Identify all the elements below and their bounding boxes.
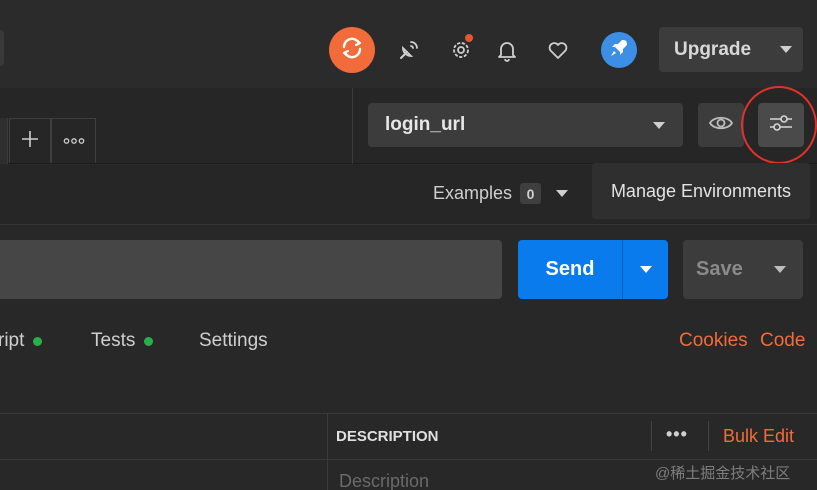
examples-label: Examples bbox=[433, 183, 513, 203]
tab-tests[interactable]: Tests bbox=[91, 330, 154, 352]
table-options-button[interactable]: ••• bbox=[666, 424, 688, 445]
tab-label: ript bbox=[0, 330, 25, 351]
table-divider bbox=[0, 459, 817, 460]
chevron-down-icon bbox=[653, 121, 665, 129]
send-label: Send bbox=[545, 258, 595, 280]
save-options-button[interactable] bbox=[757, 240, 803, 299]
request-tab[interactable] bbox=[0, 118, 8, 164]
notification-dot bbox=[465, 34, 473, 42]
cookies-link[interactable]: Cookies bbox=[679, 330, 748, 352]
description-input[interactable] bbox=[339, 470, 639, 490]
tab-label: Settings bbox=[199, 330, 268, 351]
sync-button[interactable] bbox=[329, 27, 375, 73]
chevron-down-icon bbox=[556, 190, 569, 197]
sync-icon bbox=[339, 35, 365, 66]
watermark: @稀土掘金技术社区 bbox=[655, 465, 791, 482]
divider bbox=[352, 88, 353, 164]
plus-icon bbox=[20, 129, 40, 154]
chevron-down-icon bbox=[774, 266, 786, 273]
examples-dropdown[interactable]: Examples 0 bbox=[433, 183, 569, 204]
column-divider bbox=[327, 414, 328, 490]
examples-count-badge: 0 bbox=[520, 183, 542, 204]
send-options-button[interactable] bbox=[622, 240, 668, 299]
upgrade-button[interactable]: Upgrade bbox=[659, 27, 803, 72]
highlight-circle-annotation bbox=[741, 86, 817, 164]
description-column-header: DESCRIPTION bbox=[336, 428, 439, 445]
divider bbox=[651, 421, 652, 451]
environment-select[interactable]: login_url bbox=[368, 103, 683, 147]
code-link[interactable]: Code bbox=[760, 330, 805, 352]
new-tab-button[interactable] bbox=[9, 118, 51, 163]
divider bbox=[708, 421, 709, 451]
environment-select-value: login_url bbox=[385, 114, 466, 135]
eye-icon bbox=[708, 114, 734, 137]
send-button[interactable]: Send bbox=[518, 240, 622, 299]
tooltip-text: Manage Environments bbox=[610, 180, 792, 201]
request-url-input[interactable] bbox=[0, 240, 502, 299]
more-icon bbox=[63, 132, 85, 150]
manage-environments-tooltip: Manage Environments bbox=[592, 163, 810, 219]
chevron-down-icon bbox=[639, 266, 652, 273]
tab-settings[interactable]: Settings bbox=[199, 330, 268, 352]
satellite-icon[interactable] bbox=[396, 36, 422, 64]
tab-label: Tests bbox=[91, 330, 136, 351]
status-dot bbox=[33, 336, 43, 346]
gear-icon[interactable] bbox=[448, 34, 474, 64]
header-left-control[interactable] bbox=[0, 30, 4, 66]
rocket-icon bbox=[608, 37, 630, 64]
bulk-edit-link[interactable]: Bulk Edit bbox=[723, 426, 794, 447]
upgrade-label: Upgrade bbox=[674, 38, 752, 60]
status-dot bbox=[144, 336, 154, 346]
chevron-down-icon bbox=[780, 46, 793, 53]
save-label: Save bbox=[696, 258, 743, 280]
save-button[interactable]: Save bbox=[683, 240, 767, 299]
heart-icon[interactable] bbox=[545, 36, 571, 64]
tab-options-button[interactable] bbox=[51, 118, 96, 163]
tab-pre-request-script[interactable]: ript bbox=[0, 330, 43, 352]
table-divider bbox=[0, 413, 817, 414]
bell-icon[interactable] bbox=[494, 36, 520, 64]
avatar[interactable] bbox=[601, 32, 637, 68]
environment-quick-look-button[interactable] bbox=[698, 103, 744, 147]
